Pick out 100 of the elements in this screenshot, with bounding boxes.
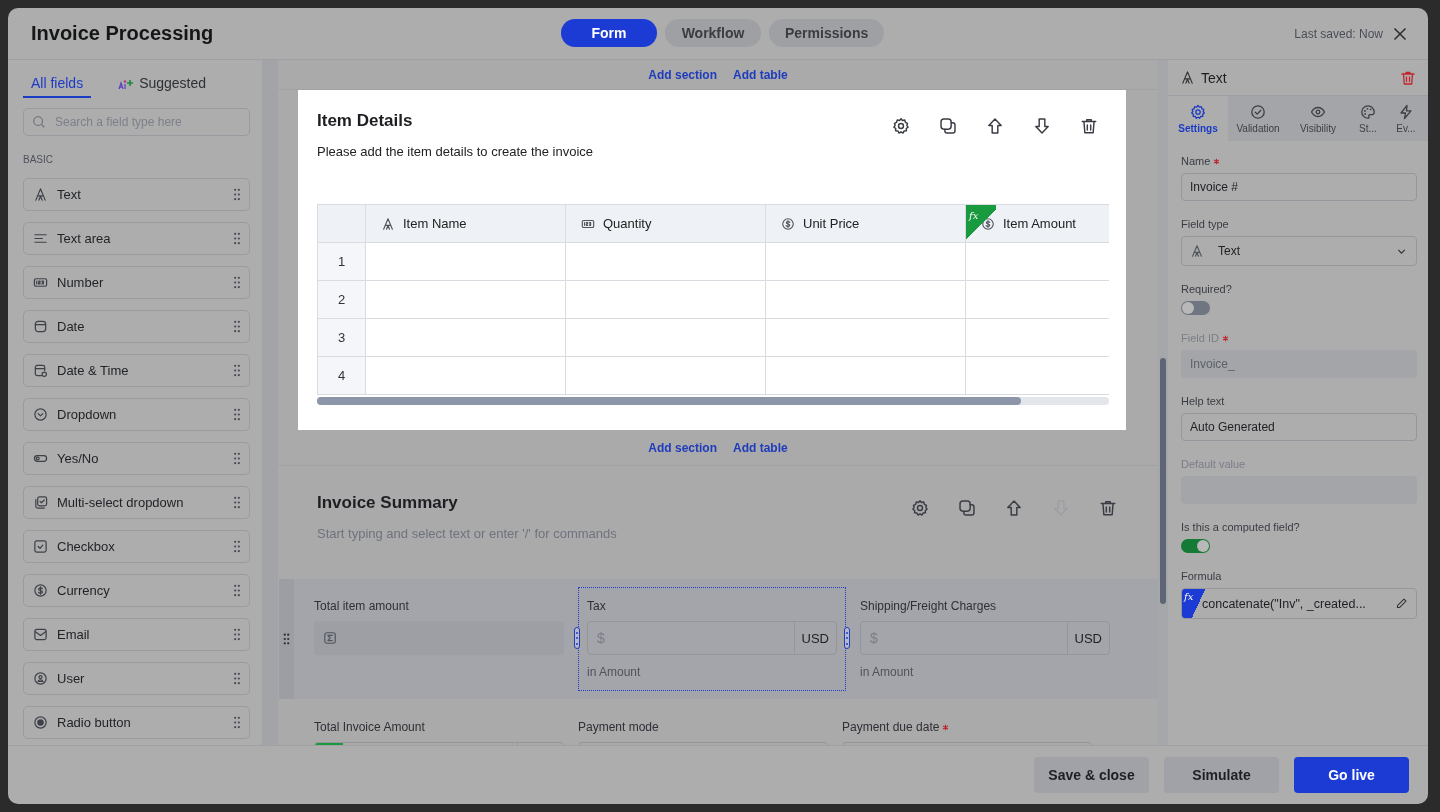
section-description: Please add the item details to create the invoice — [317, 144, 594, 159]
table-cell[interactable] — [365, 356, 566, 395]
add-link[interactable]: Add table — [733, 67, 788, 82]
check-circle-icon — [1250, 103, 1266, 120]
panel-tab[interactable]: Validation — [1228, 96, 1288, 141]
panel-tab[interactable]: Settings — [1168, 96, 1228, 141]
footer-button[interactable]: Save & close — [1034, 757, 1149, 793]
trash-icon[interactable] — [1099, 499, 1117, 517]
footer-button[interactable]: Simulate — [1164, 757, 1279, 793]
field-label: Is this a computed field? — [1181, 521, 1301, 533]
view-tab[interactable]: Form — [561, 19, 657, 47]
settings-icon[interactable] — [892, 117, 910, 135]
table-cell[interactable] — [565, 356, 766, 395]
table-cell[interactable] — [765, 356, 966, 395]
user-circle-icon — [33, 671, 48, 686]
dollar-circle-icon — [981, 217, 995, 232]
toggle-switch[interactable] — [1181, 539, 1210, 553]
trash-icon[interactable] — [1080, 117, 1098, 135]
view-tab[interactable]: Workflow — [665, 19, 761, 47]
input-field[interactable]: Auto Generated — [1181, 413, 1417, 441]
settings-icon[interactable] — [911, 499, 929, 517]
drag-handle-icon[interactable] — [233, 628, 241, 641]
arrow-up-icon[interactable] — [986, 117, 1004, 135]
field-label: Payment due date — [842, 720, 1092, 734]
field-type-item[interactable]: Radio button — [23, 706, 250, 739]
currency-unit[interactable]: USD — [793, 622, 836, 654]
duplicate-icon[interactable] — [958, 499, 976, 517]
field-label: Help text — [1181, 395, 1226, 407]
field-label: Total Invoice Amount — [314, 720, 426, 734]
field-type-item[interactable]: User — [23, 662, 250, 695]
field-type-item[interactable]: Yes/No — [23, 442, 250, 475]
table-cell[interactable] — [365, 280, 566, 319]
toggle-switch[interactable] — [1181, 301, 1210, 315]
column-header[interactable]: fx Item Amount — [965, 204, 1109, 243]
field-type-item[interactable]: Number — [23, 266, 250, 299]
select-field[interactable]: Text — [1181, 236, 1417, 266]
table-cell[interactable] — [365, 318, 566, 357]
drag-handle-icon[interactable] — [233, 276, 241, 289]
footer-button[interactable]: Go live — [1294, 757, 1409, 793]
table-cell[interactable] — [365, 242, 566, 281]
drag-handle-icon[interactable] — [233, 232, 241, 245]
close-icon[interactable] — [1392, 25, 1408, 42]
resize-handle[interactable] — [574, 627, 580, 649]
stacked-checkbox-icon — [33, 495, 48, 510]
palette-tab[interactable]: All fields — [23, 70, 92, 98]
column-header[interactable]: Unit Price — [765, 204, 966, 243]
palette-tab[interactable]: Suggested — [109, 70, 215, 98]
calendar-icon — [33, 319, 48, 334]
table-cell[interactable] — [765, 280, 966, 319]
pencil-icon[interactable] — [1395, 597, 1408, 610]
input-field[interactable]: Invoice # — [1181, 173, 1417, 201]
field-type-item[interactable]: Checkbox — [23, 530, 250, 563]
drag-handle-icon[interactable] — [233, 188, 241, 201]
currency-field[interactable]: $ USD — [860, 621, 1110, 655]
add-link[interactable]: Add section — [648, 67, 717, 82]
column-header[interactable]: Item Name — [365, 204, 566, 243]
table-cell[interactable] — [565, 318, 766, 357]
currency-field[interactable]: $ USD — [587, 621, 837, 655]
arrow-up-icon[interactable] — [1005, 499, 1023, 517]
field-type-item[interactable]: Email — [23, 618, 250, 651]
add-link[interactable]: Add table — [733, 440, 788, 455]
drag-handle-icon[interactable] — [233, 408, 241, 421]
drag-handle-icon[interactable] — [233, 320, 241, 333]
drag-handle-icon[interactable] — [233, 716, 241, 729]
drag-handle-icon[interactable] — [233, 364, 241, 377]
row-grip[interactable] — [279, 579, 294, 699]
resize-handle[interactable] — [844, 627, 850, 649]
table-cell[interactable] — [565, 242, 766, 281]
field-type-item[interactable]: Currency — [23, 574, 250, 607]
drag-handle-icon[interactable] — [233, 540, 241, 553]
scrollbar-track[interactable] — [1158, 60, 1168, 745]
scrollbar-thumb[interactable] — [1160, 358, 1166, 604]
drag-handle-icon[interactable] — [233, 672, 241, 685]
palette-icon — [1360, 103, 1376, 120]
panel-tab[interactable]: Visibility — [1288, 96, 1348, 141]
duplicate-icon[interactable] — [939, 117, 957, 135]
currency-unit[interactable]: USD — [1066, 622, 1109, 654]
table-cell[interactable] — [565, 280, 766, 319]
drag-handle-icon[interactable] — [233, 496, 241, 509]
field-type-item[interactable]: Dropdown — [23, 398, 250, 431]
panel-tab[interactable]: St... — [1348, 96, 1388, 141]
drag-handle-icon[interactable] — [283, 633, 290, 645]
field-type-item[interactable]: Text area — [23, 222, 250, 255]
table-cell[interactable] — [765, 242, 966, 281]
field-type-item[interactable]: Multi-select dropdown — [23, 486, 250, 519]
input-field: Invoice_ — [1181, 350, 1417, 378]
table-cell[interactable] — [765, 318, 966, 357]
field-type-item[interactable]: Date & Time — [23, 354, 250, 387]
field-type-item[interactable]: Date — [23, 310, 250, 343]
column-header[interactable]: Quantity — [565, 204, 766, 243]
view-tab[interactable]: Permissions — [769, 19, 885, 47]
drag-handle-icon[interactable] — [233, 584, 241, 597]
drag-handle-icon[interactable] — [233, 452, 241, 465]
field-type-item[interactable]: Text — [23, 178, 250, 211]
panel-tab[interactable]: Ev... — [1388, 96, 1424, 141]
arrow-down-icon[interactable] — [1033, 117, 1051, 135]
panel-title: Text — [1201, 69, 1227, 86]
formula-field[interactable]: fx concatenate("Inv", _created... — [1181, 588, 1417, 619]
add-link[interactable]: Add section — [648, 440, 717, 455]
settings-icon — [1190, 103, 1206, 120]
